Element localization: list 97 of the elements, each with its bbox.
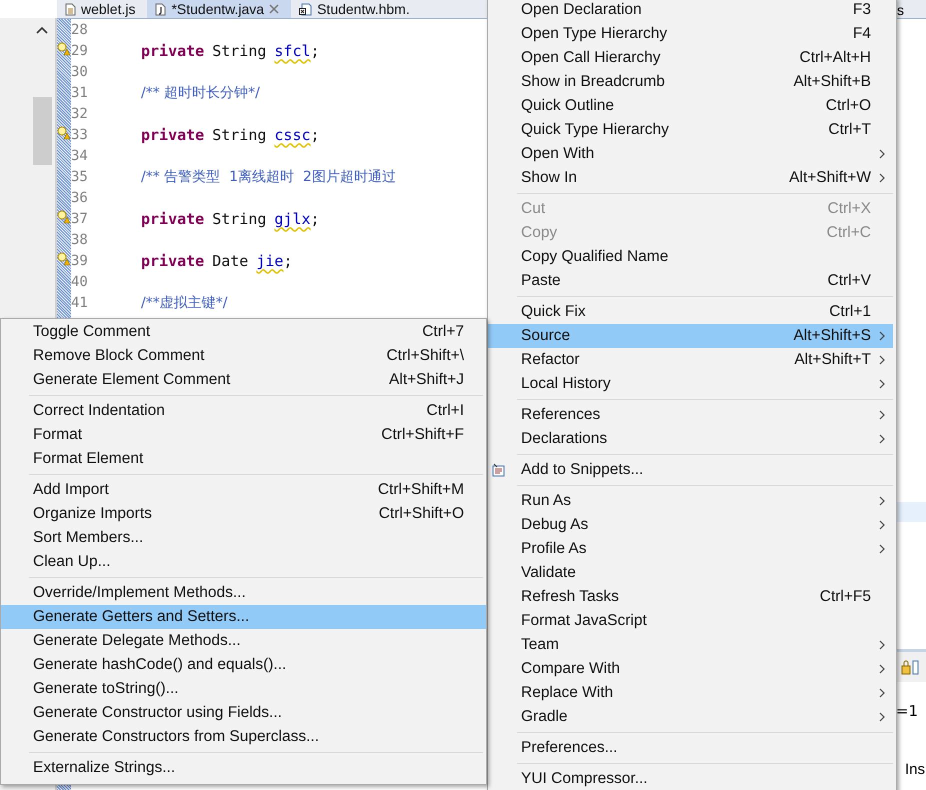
menu-item[interactable]: Generate Constructors from Superclass... [1,725,486,749]
menu-item[interactable]: Externalize Strings... [1,756,486,780]
code-comment: /** 告警类型 1离线超时 2图片超时通过 [141,168,396,186]
editor-tab[interactable]: Studentw.hbm. [291,0,422,18]
warning-bulb-icon[interactable] [57,252,70,266]
menu-item[interactable]: Refresh Tasks Ctrl+F5 [488,585,893,609]
line-number: 28 [71,22,89,38]
menu-item[interactable]: Debug As [488,513,893,537]
warning-bulb-icon[interactable] [57,210,70,224]
line-number: 40 [71,274,89,290]
semicolon: ; [310,126,320,144]
scrollbar-thumb[interactable] [33,97,52,165]
java-file-icon [155,2,166,16]
line-number: 38 [71,232,89,248]
menu-item[interactable]: References [488,403,893,427]
warning-bulb-icon[interactable] [57,42,70,56]
menu-item[interactable]: Compare With [488,657,893,681]
field-name: gjlx [274,210,311,228]
menu-item[interactable]: Declarations [488,427,893,451]
line-number: 37 [71,210,89,226]
menu-item[interactable]: Open Declaration F3 [488,0,893,22]
code-type: String [212,210,266,228]
menu-item[interactable]: Validate [488,561,893,585]
line-number: 36 [71,190,89,206]
menu-item[interactable]: Open With [488,142,893,166]
menu-item[interactable]: Local History [488,372,893,396]
status-fragment: Ins [904,761,925,778]
menu-item[interactable]: Generate Getters and Setters... [1,605,486,629]
menu-item[interactable]: Sort Members... [1,526,486,550]
menu-item[interactable]: Preferences... [488,736,893,760]
menu-item[interactable]: Open Call Hierarchy Ctrl+Alt+H [488,46,893,70]
line-number: 29 [71,42,89,58]
field-name: sfcl [274,42,311,60]
menu-item[interactable]: Override/Implement Methods... [1,581,486,605]
code-type: String [212,126,266,144]
semicolon: ; [283,252,292,270]
code-type: String [212,42,266,60]
menu-item[interactable]: Show In Alt+Shift+W [488,166,893,190]
menu-item[interactable]: Format Element [1,447,486,471]
menu-item[interactable]: Gradle [488,705,893,729]
menu-item[interactable]: Add Import Ctrl+Shift+M [1,478,486,502]
menu-item[interactable]: Paste Ctrl+V [488,269,893,293]
tab-fragment: s [897,2,904,18]
menu-item[interactable]: Add to Snippets... [488,458,893,482]
menu-item[interactable]: Profile As [488,537,893,561]
line-number: 30 [71,64,89,80]
menu-item[interactable]: Copy Qualified Name [488,245,893,269]
menu-item[interactable]: Generate Element Comment Alt+Shift+J [1,368,486,392]
menu-item[interactable]: Refactor Alt+Shift+T [488,348,893,372]
menu-item[interactable]: Remove Block Comment Ctrl+Shift+\ [1,344,486,368]
line-number: 32 [71,106,89,122]
editor-tab[interactable]: weblet.js [57,0,148,18]
code-comment: /**虚拟主键*/ [141,294,228,312]
menu-item[interactable]: Generate Constructor using Fields... [1,701,486,725]
menu-item[interactable]: Format JavaScript [488,609,893,633]
menu-item[interactable]: Quick Type Hierarchy Ctrl+T [488,118,893,142]
line-number: 35 [71,168,89,184]
menu-item[interactable]: Source Alt+Shift+S [488,324,893,348]
menu-item[interactable]: Run As [488,489,893,513]
code-keyword: private [141,252,204,270]
line-number: 33 [71,126,89,142]
menu-item[interactable]: Team [488,633,893,657]
menu-item[interactable]: Generate Delegate Methods... [1,629,486,653]
line-number: 41 [71,294,89,310]
menu-item[interactable]: Organize Imports Ctrl+Shift+O [1,502,486,526]
close-icon[interactable] [269,4,280,14]
code-comment: /** 超时时长分钟*/ [141,84,260,102]
scroll-up-icon[interactable] [36,26,48,34]
warning-bulb-icon[interactable] [57,126,70,140]
menu-item[interactable]: Format Ctrl+Shift+F [1,423,486,447]
menu-item[interactable]: Quick Fix Ctrl+1 [488,300,893,324]
menu-item[interactable]: Replace With [488,681,893,705]
lock-icon[interactable] [900,658,920,676]
menu-item[interactable]: Clean Up... [1,550,486,574]
file-icon [65,2,76,16]
menu-item[interactable]: Generate hashCode() and equals()... [1,653,486,677]
code-keyword: private [141,126,204,144]
menu-item[interactable]: Quick Outline Ctrl+O [488,94,893,118]
code-keyword: private [141,210,204,228]
field-name: jie [256,252,284,270]
line-number: 34 [71,148,89,164]
semicolon: ; [310,210,320,228]
field-name: cssc [274,126,311,144]
line-number: 39 [71,252,89,268]
menu-item[interactable]: Show in Breadcrumb Alt+Shift+B [488,70,893,94]
menu-item[interactable]: Correct Indentation Ctrl+I [1,399,486,423]
editor-tab[interactable]: *Studentw.java [147,0,292,18]
xml-file-icon [299,2,312,16]
code-type: Date [212,252,248,270]
menu-item[interactable]: Generate toString()... [1,677,486,701]
menu-item[interactable]: Open Type Hierarchy F4 [488,22,893,46]
line-number: 31 [71,84,89,100]
menu-item[interactable]: YUI Compressor... [488,767,893,790]
field-fragment: =1 [896,702,918,720]
semicolon: ; [310,42,320,60]
code-keyword: private [141,42,204,60]
menu-item[interactable]: Toggle Comment Ctrl+7 [1,320,486,344]
